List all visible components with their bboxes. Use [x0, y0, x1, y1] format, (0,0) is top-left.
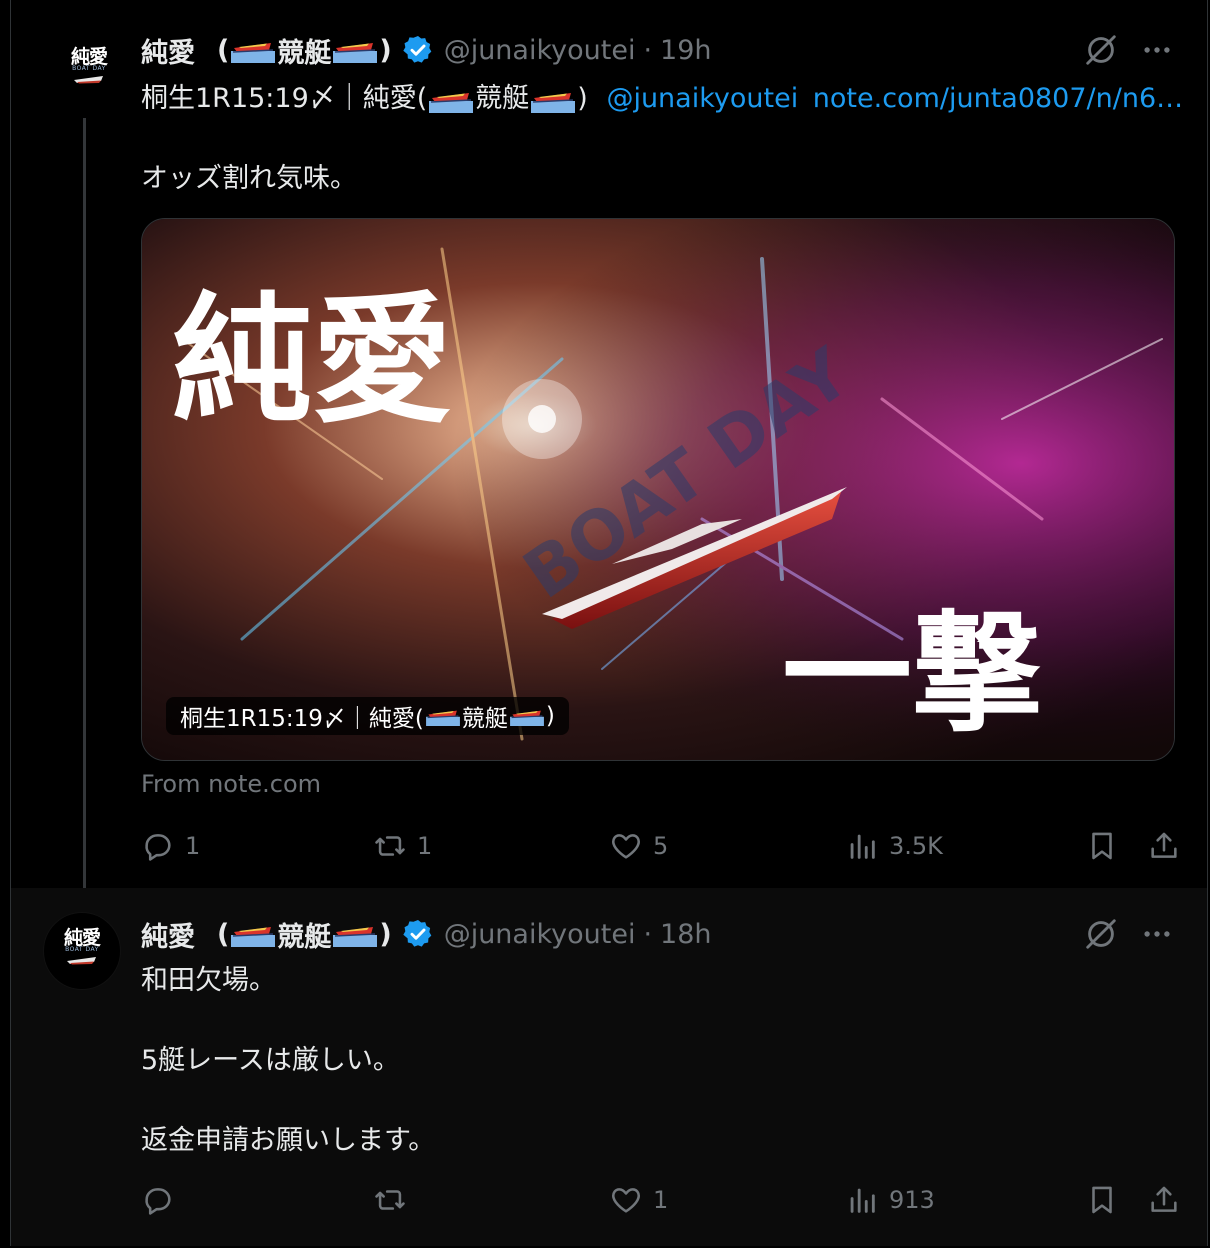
- like-button[interactable]: 5: [609, 826, 668, 866]
- timestamp[interactable]: 18h: [660, 919, 711, 950]
- views-icon: [850, 1188, 875, 1213]
- handle[interactable]: @junaikyoutei: [444, 919, 636, 950]
- avatar-boat-icon: [67, 957, 96, 965]
- verified-badge-icon: [403, 920, 432, 947]
- thread-line: [83, 118, 86, 904]
- boat-emoji-icon: [231, 921, 275, 947]
- card-caption-mid: 競艇: [461, 706, 508, 732]
- reply-count: 1: [185, 832, 201, 860]
- boat-emoji-icon: [333, 921, 377, 947]
- views-icon: [850, 834, 875, 859]
- display-name-paren-right: ): [379, 34, 392, 66]
- share-icon: [1151, 832, 1177, 858]
- repost-button[interactable]: [373, 1180, 417, 1220]
- boat-emoji-icon: [429, 87, 473, 113]
- display-name-paren-left: (: [217, 34, 230, 66]
- more-icon: [1144, 931, 1170, 937]
- grok-button[interactable]: [1081, 914, 1121, 954]
- share-button[interactable]: [1147, 1180, 1181, 1220]
- views-count: 913: [889, 1186, 935, 1214]
- display-name-keiba: 競艇: [277, 921, 332, 953]
- link-card-image[interactable]: BOAT DAY 純愛 一撃 桐生1R15:19〆｜純愛( 競艇): [141, 218, 1175, 761]
- card-artwork: BOAT DAY 純愛 一撃: [142, 219, 1174, 760]
- reply-button[interactable]: [141, 1180, 185, 1220]
- post-text-mid: 競艇: [475, 83, 530, 114]
- views-button[interactable]: 913: [845, 1180, 935, 1220]
- share-icon: [1151, 1186, 1177, 1212]
- boat-emoji-icon: [333, 37, 377, 63]
- avatar-subtitle: BOAT DAY: [72, 65, 106, 72]
- post-header: 純愛 ( 競艇 ) @junaikyoutei · 19h: [141, 30, 712, 70]
- card-caption-suffix: ): [545, 703, 555, 729]
- views-button[interactable]: 3.5K: [845, 826, 943, 866]
- card-title-junai: 純愛: [172, 279, 452, 443]
- action-bar: 1 1 5 3.5K: [141, 826, 1181, 866]
- separator-dot: ·: [643, 34, 653, 66]
- display-name-paren-left: (: [217, 918, 230, 950]
- post-text-line-3: 返金申請お願いします。: [141, 1125, 436, 1156]
- avatar[interactable]: 純愛 BOAT DAY: [43, 912, 121, 990]
- post-text-line-1: 和田欠場。: [141, 965, 276, 996]
- display-name-paren-right: ): [379, 918, 392, 950]
- reply-icon: [145, 1188, 171, 1215]
- timestamp[interactable]: 19h: [660, 35, 711, 66]
- grok-icon: [1086, 919, 1116, 949]
- reply-button[interactable]: 1: [141, 826, 200, 866]
- boat-emoji-icon: [231, 37, 275, 63]
- display-name-group[interactable]: 純愛 ( 競艇 ): [141, 915, 392, 954]
- boat-emoji-icon: [426, 706, 460, 726]
- post-text-prefix: 桐生1R15:19〆｜純愛(: [141, 83, 428, 114]
- like-count: 5: [653, 832, 669, 860]
- display-name[interactable]: 純愛: [141, 915, 195, 954]
- url-link[interactable]: note.com/junta0807/n/n6…: [813, 83, 1183, 114]
- like-icon: [612, 834, 640, 859]
- handle[interactable]: @junaikyoutei: [444, 35, 636, 66]
- post-2[interactable]: 純愛 BOAT DAY 純愛 ( 競艇 ) @junaikyoutei · 18…: [11, 888, 1207, 1246]
- post-1[interactable]: 純愛 BOAT DAY 純愛 ( 競艇 ) @junaikyoutei · 19…: [11, 0, 1207, 904]
- card-caption-prefix: 桐生1R15:19〆｜純愛(: [180, 706, 424, 732]
- card-title-ichigeki: 一撃: [782, 597, 1042, 750]
- mention-link[interactable]: @junaikyoutei: [606, 83, 798, 114]
- repost-count: 1: [417, 832, 433, 860]
- share-button[interactable]: [1147, 826, 1181, 866]
- repost-icon: [375, 836, 405, 856]
- display-name-keiba: 競艇: [277, 37, 332, 69]
- repost-button[interactable]: 1: [373, 826, 432, 866]
- post-text-line-1: 桐生1R15:19〆｜純愛( 競艇) @junaikyoutei note.com…: [141, 76, 1183, 115]
- grok-icon: [1086, 35, 1116, 65]
- repost-icon: [375, 1190, 405, 1210]
- boat-emoji-icon: [510, 706, 544, 726]
- bookmark-button[interactable]: [1085, 826, 1119, 866]
- reply-icon: [145, 834, 171, 861]
- timeline-frame: 純愛 BOAT DAY 純愛 ( 競艇 ) @junaikyoutei · 19…: [10, 0, 1208, 1246]
- like-button[interactable]: 1: [609, 1180, 668, 1220]
- avatar-boat-icon: [74, 76, 103, 84]
- boat-emoji-icon: [531, 87, 575, 113]
- post-header: 純愛 ( 競艇 ) @junaikyoutei · 18h: [141, 914, 712, 954]
- more-button[interactable]: [1137, 914, 1177, 954]
- bookmark-button[interactable]: [1085, 1180, 1119, 1220]
- post-text-line-2: 5艇レースは厳しい。: [141, 1045, 400, 1076]
- post-text-suffix: ): [577, 83, 588, 114]
- avatar[interactable]: 純愛 BOAT DAY: [51, 32, 127, 108]
- more-icon: [1144, 47, 1170, 53]
- avatar-subtitle: BOAT DAY: [65, 946, 99, 953]
- more-button[interactable]: [1137, 30, 1177, 70]
- separator-dot: ·: [643, 918, 653, 950]
- bookmark-icon: [1092, 832, 1112, 860]
- like-icon: [612, 1188, 640, 1213]
- grok-button[interactable]: [1081, 30, 1121, 70]
- views-count: 3.5K: [889, 832, 943, 860]
- action-bar: 1 913: [141, 1180, 1181, 1220]
- card-source[interactable]: From note.com: [141, 770, 321, 798]
- card-caption: 桐生1R15:19〆｜純愛( 競艇): [166, 697, 569, 735]
- display-name-group[interactable]: 純愛 ( 競艇 ): [141, 31, 392, 70]
- post-text-line-2: オッズ割れ気味。: [141, 163, 357, 194]
- display-name[interactable]: 純愛: [141, 31, 195, 70]
- bookmark-icon: [1092, 1186, 1112, 1214]
- like-count: 1: [653, 1186, 669, 1214]
- verified-badge-icon: [403, 36, 432, 63]
